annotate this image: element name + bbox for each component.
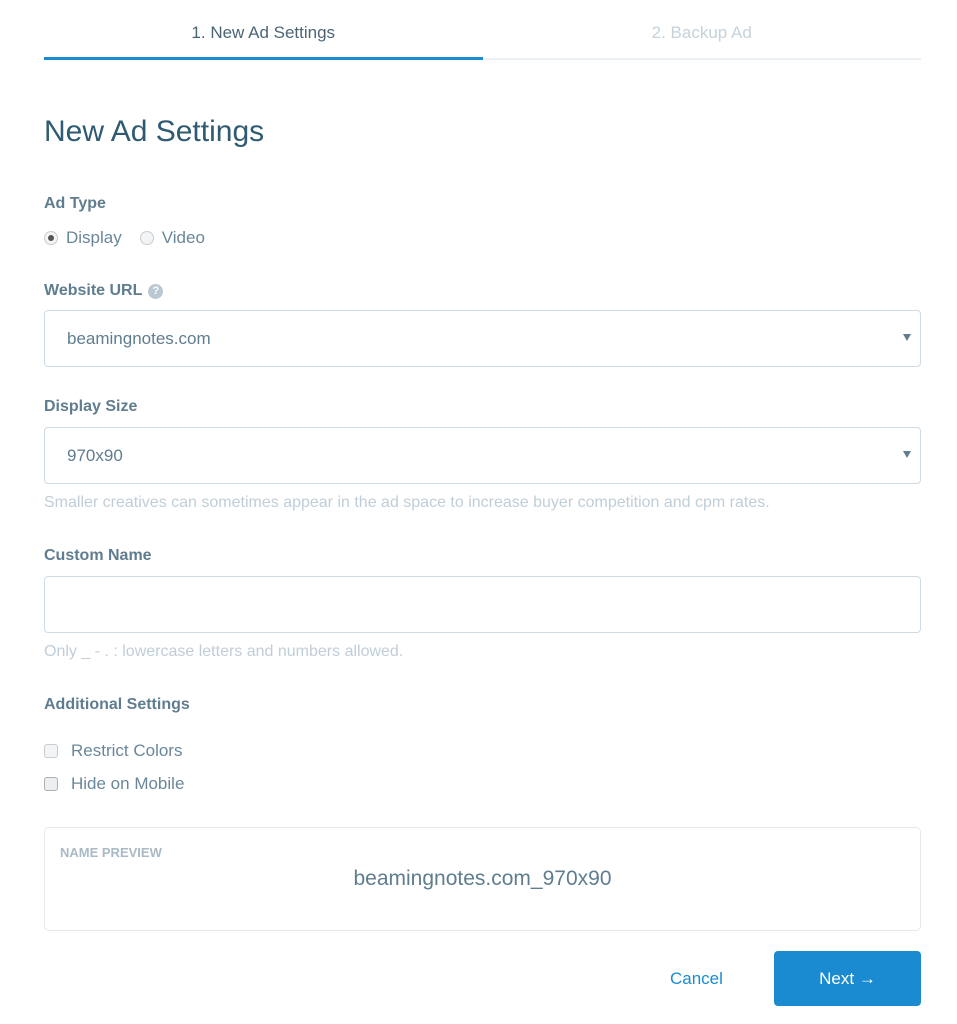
ad-type-display-radio[interactable]: Display (44, 228, 122, 248)
display-size-hint: Smaller creatives can sometimes appear i… (44, 494, 770, 511)
ad-type-video-radio[interactable]: Video (139, 228, 205, 248)
name-preview-label: NAME PREVIEW (60, 845, 162, 860)
step-label: 1. New Ad Settings (191, 23, 336, 42)
step-active-indicator (44, 57, 483, 60)
step-new-ad-settings[interactable]: 1. New Ad Settings (44, 0, 483, 62)
checkbox-label: Restrict Colors (71, 741, 183, 760)
restrict-colors-checkbox[interactable]: Restrict Colors (44, 741, 182, 761)
radio-label: Video (161, 228, 205, 247)
step-indicator (482, 58, 921, 60)
ad-type-label: Ad Type (44, 195, 106, 212)
name-preview-box: NAME PREVIEW beamingnotes.com_970x90 (44, 827, 921, 931)
chevron-down-icon (903, 334, 911, 341)
cancel-button[interactable]: Cancel (670, 969, 723, 989)
website-url-select[interactable]: beamingnotes.com (44, 310, 921, 367)
website-url-label-text: Website URL (44, 282, 143, 299)
website-url-value: beamingnotes.com (67, 328, 211, 348)
radio-unselected-icon[interactable] (139, 231, 154, 245)
chevron-down-icon (903, 451, 911, 458)
radio-selected-icon[interactable] (44, 231, 58, 245)
custom-name-label: Custom Name (44, 547, 152, 564)
new-ad-form: 1. New Ad Settings 2. Backup Ad New Ad S… (44, 0, 921, 1024)
name-preview-value: beamingnotes.com_970x90 (353, 867, 612, 890)
step-tabs: 1. New Ad Settings 2. Backup Ad (44, 0, 921, 62)
step-backup-ad[interactable]: 2. Backup Ad (482, 0, 921, 62)
checkbox-icon[interactable] (44, 777, 58, 791)
page-title: New Ad Settings (44, 115, 265, 148)
next-button[interactable]: Next → (774, 951, 921, 1006)
checkbox-label: Hide on Mobile (71, 774, 185, 793)
display-size-select[interactable]: 970x90 (44, 427, 921, 484)
display-size-value: 970x90 (67, 445, 123, 465)
display-size-label: Display Size (44, 398, 138, 415)
additional-settings-label: Additional Settings (44, 696, 190, 713)
website-url-label: Website URL ? (44, 281, 164, 301)
question-circle-icon[interactable]: ? (148, 283, 164, 299)
custom-name-input[interactable] (44, 576, 921, 633)
custom-name-hint: Only _ - . : lowercase letters and numbe… (44, 643, 404, 660)
hide-on-mobile-checkbox[interactable]: Hide on Mobile (44, 774, 184, 794)
checkbox-icon[interactable] (44, 744, 58, 758)
radio-label: Display (66, 228, 122, 247)
ad-type-radio-group: Display Video (44, 228, 223, 248)
step-label: 2. Backup Ad (651, 23, 752, 42)
